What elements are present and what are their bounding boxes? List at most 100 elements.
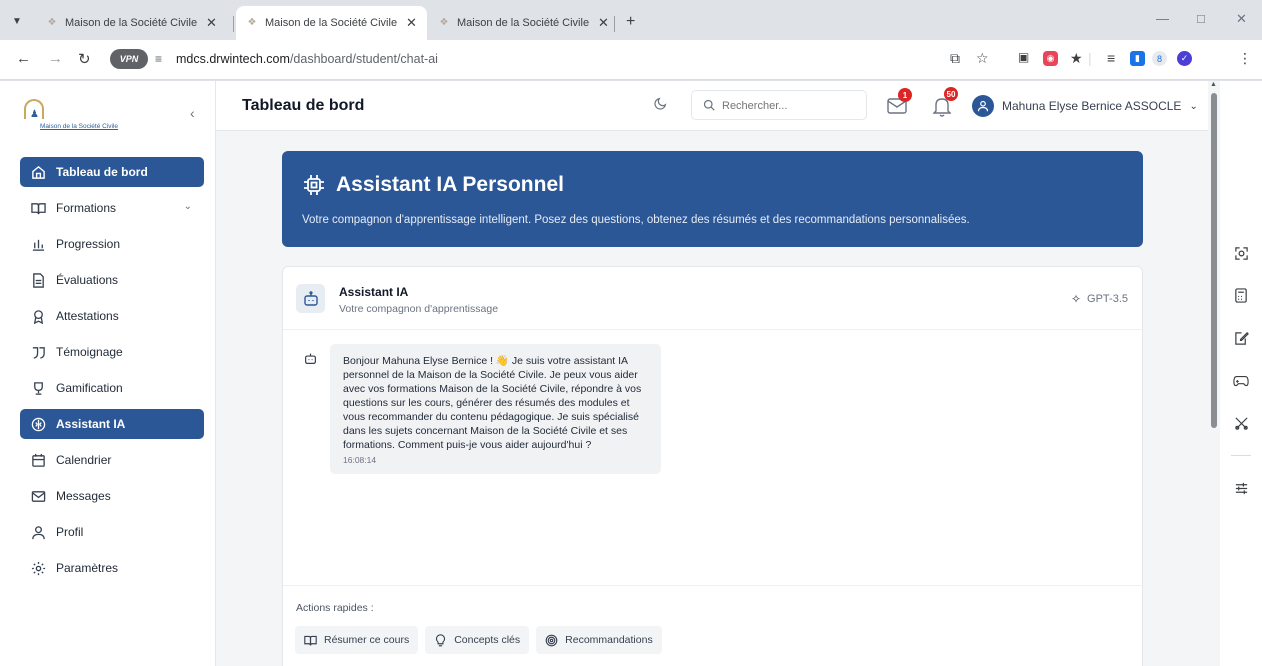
- message-text: Bonjour Mahuna Elyse Bernice ! 👋 Je suis…: [343, 354, 649, 452]
- browser-tab-1[interactable]: ❖ Maison de la Société Civile - Pla ✕: [36, 6, 227, 40]
- vpn-badge[interactable]: VPN: [110, 49, 148, 69]
- site-favicon-icon: ❖: [47, 17, 57, 28]
- site-favicon-icon: ❖: [439, 17, 449, 28]
- user-icon: [30, 524, 46, 540]
- new-tab-button[interactable]: +: [626, 13, 635, 31]
- extensions-puzzle-icon[interactable]: ★: [1070, 50, 1083, 67]
- page-scrollbar[interactable]: ▲: [1208, 81, 1220, 666]
- tab-close-icon[interactable]: ✕: [406, 15, 417, 31]
- search-box[interactable]: [691, 90, 867, 120]
- key-concepts-button[interactable]: Concepts clés: [425, 626, 530, 654]
- model-indicator: ✧ GPT-3.5: [1071, 292, 1128, 306]
- sidebar-item-label: Témoignage: [56, 345, 123, 359]
- customize-sliders-icon[interactable]: [1232, 479, 1250, 497]
- vpn-shield-icon[interactable]: ✓: [1177, 51, 1192, 66]
- scroll-up-arrow-icon[interactable]: ▲: [1210, 81, 1217, 88]
- sidebar-item-gamification[interactable]: Gamification: [20, 373, 204, 403]
- sidebar-item-attestations[interactable]: Attestations: [20, 301, 204, 331]
- bookmark-star-icon[interactable]: ☆: [976, 50, 989, 67]
- sidebar-item-parametres[interactable]: Paramètres: [20, 553, 204, 583]
- calculator-icon[interactable]: [1232, 286, 1250, 304]
- sidebar-item-label: Évaluations: [56, 273, 119, 287]
- browser-side-panel: [1220, 81, 1262, 666]
- summarize-course-button[interactable]: Résumer ce cours: [295, 626, 419, 654]
- bot-icon: [303, 351, 317, 365]
- notifications-button[interactable]: 50: [933, 87, 958, 117]
- dark-mode-moon-icon[interactable]: [654, 96, 668, 113]
- hero-title-text: Assistant IA Personnel: [336, 173, 564, 196]
- sidebar-item-calendrier[interactable]: Calendrier: [20, 445, 204, 475]
- browser-tab-strip: ▼ ❖ Maison de la Société Civile - Pla ✕ …: [0, 0, 1262, 40]
- hero-banner: Assistant IA Personnel Votre compagnon d…: [282, 151, 1143, 247]
- forward-icon[interactable]: →: [48, 50, 63, 67]
- media-icon[interactable]: ▣: [1018, 50, 1029, 64]
- cpu-chip-icon: [302, 173, 326, 197]
- settings-icon: [30, 560, 46, 576]
- message-timestamp: 16:08:14: [343, 455, 377, 465]
- tab-search-chevron-icon[interactable]: ▼: [8, 12, 26, 30]
- sidebar-item-messages[interactable]: Messages: [20, 481, 204, 511]
- gamepad-icon[interactable]: [1232, 372, 1250, 390]
- sidebar-item-label: Gamification: [56, 381, 123, 395]
- browser-tab-3[interactable]: ❖ Maison de la Société Civile - Pla ✕: [428, 6, 619, 40]
- reading-list-icon[interactable]: ≡: [1107, 50, 1115, 66]
- tab-close-icon[interactable]: ✕: [598, 15, 609, 31]
- sidebar-item-evaluations[interactable]: Évaluations: [20, 265, 204, 295]
- site-favicon-icon: ❖: [247, 17, 257, 28]
- browser-menu-icon[interactable]: ⋮: [1238, 50, 1252, 67]
- reload-icon[interactable]: ↻: [78, 50, 91, 68]
- sidebar-item-assistant-ia[interactable]: Assistant IA: [20, 409, 204, 439]
- site-info-icon[interactable]: ≡: [155, 52, 162, 66]
- side-panel-icon[interactable]: ▮: [1130, 51, 1145, 66]
- target-icon: [545, 634, 558, 647]
- back-icon[interactable]: ←: [16, 50, 31, 67]
- sidebar-item-label: Tableau de bord: [56, 165, 148, 179]
- tools-icon[interactable]: [1232, 414, 1250, 432]
- award-icon: [30, 308, 46, 324]
- install-app-icon[interactable]: ⧉: [950, 50, 960, 67]
- tab-close-icon[interactable]: ✕: [206, 15, 217, 31]
- wave-emoji: 👋: [495, 355, 509, 367]
- user-menu[interactable]: Mahuna Elyse Bernice ASSOCLE ⌄: [972, 93, 1198, 119]
- sidebar-item-label: Profil: [56, 525, 84, 539]
- address-bar[interactable]: mdcs.drwintech.com/dashboard/student/cha…: [176, 52, 438, 66]
- profile-icon[interactable]: 8: [1152, 51, 1167, 66]
- sidebar-item-label: Progression: [56, 237, 121, 251]
- brain-icon: [30, 416, 46, 432]
- chevron-down-icon[interactable]: ⌄: [184, 201, 192, 212]
- url-host: mdcs.drwintech.com: [176, 52, 290, 66]
- lens-search-icon[interactable]: [1232, 244, 1250, 262]
- side-panel-separator: [1231, 455, 1251, 456]
- tab-title: Maison de la Société Civile - Pla: [265, 17, 400, 29]
- sidebar-item-profil[interactable]: Profil: [20, 517, 204, 547]
- toolbar-separator: |: [1088, 50, 1092, 66]
- search-input[interactable]: [722, 97, 858, 115]
- quick-actions: Actions rapides : Résumer ce cours Conce…: [283, 585, 1142, 666]
- mail-icon: [30, 488, 46, 504]
- hero-subtitle: Votre compagnon d'apprentissage intellig…: [302, 214, 970, 226]
- bar-chart-icon: [30, 236, 46, 252]
- collapse-sidebar-button[interactable]: ‹: [190, 105, 195, 121]
- logo[interactable]: ♟ Maison de la Société Civile: [20, 95, 140, 137]
- sidebar-item-formations[interactable]: Formations ⌄: [20, 193, 204, 223]
- restore-icon[interactable]: □: [1197, 11, 1205, 26]
- extension-shield-icon[interactable]: ◉: [1043, 51, 1058, 66]
- recommendations-button[interactable]: Recommandations: [536, 626, 662, 654]
- chat-header: Assistant IA Votre compagnon d'apprentis…: [283, 267, 1142, 330]
- user-name: Mahuna Elyse Bernice ASSOCLE: [1002, 99, 1182, 113]
- sparkles-icon: ✧: [1070, 292, 1082, 306]
- browser-tab-2[interactable]: ❖ Maison de la Société Civile - Pla ✕: [236, 6, 427, 40]
- sidebar-item-tableau-de-bord[interactable]: Tableau de bord: [20, 157, 204, 187]
- edit-note-icon[interactable]: [1232, 329, 1250, 347]
- sidebar-item-temoignage[interactable]: Témoignage: [20, 337, 204, 367]
- sidebar-item-progression[interactable]: Progression: [20, 229, 204, 259]
- scrollbar-thumb[interactable]: [1211, 93, 1217, 428]
- hero-title: Assistant IA Personnel: [302, 173, 564, 197]
- browser-toolbar: ← → ↻ VPN ≡ mdcs.drwintech.com/dashboard…: [0, 40, 1262, 80]
- mail-button[interactable]: 1: [887, 88, 912, 115]
- chat-panel: Assistant IA Votre compagnon d'apprentis…: [282, 266, 1143, 666]
- chevron-down-icon: ⌄: [1189, 100, 1198, 112]
- window-close-icon[interactable]: ✕: [1236, 11, 1247, 27]
- minimize-icon[interactable]: —: [1156, 11, 1169, 26]
- tab-title: Maison de la Société Civile - Pla: [457, 17, 592, 29]
